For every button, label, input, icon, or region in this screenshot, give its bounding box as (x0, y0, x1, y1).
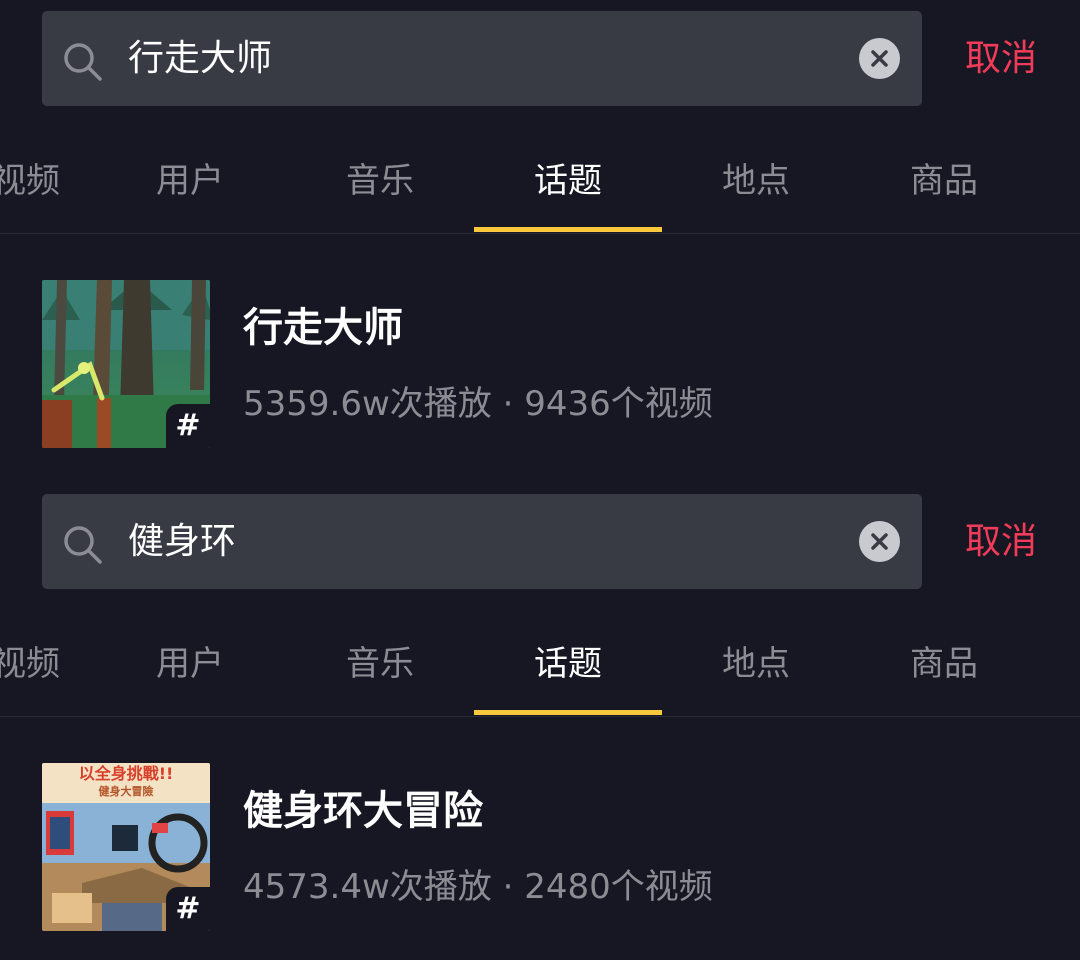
tab-topics[interactable]: 话题 (474, 130, 662, 233)
tab-topics[interactable]: 话题 (474, 613, 662, 716)
cancel-button[interactable]: 取消 (965, 11, 1037, 106)
tab-products[interactable]: 商品 (850, 130, 1038, 233)
tab-users[interactable]: 用户 (96, 613, 284, 716)
search-category-tabs: 视频 用户 音乐 话题 地点 商品 (0, 130, 1080, 234)
tab-places[interactable]: 地点 (662, 613, 850, 716)
topic-thumbnail: 以全身挑戰!! 健身大冒險 # (42, 763, 210, 931)
tab-music[interactable]: 音乐 (286, 613, 474, 716)
topic-result-item[interactable]: # 行走大师 5359.6w次播放 · 9436个视频 (0, 280, 1080, 450)
tab-music[interactable]: 音乐 (286, 130, 474, 233)
poster-subtitle: 健身大冒險 (99, 784, 154, 798)
search-section-walking-master: 行走大师 取消 视频 用户 音乐 话题 地点 商品 (0, 0, 1080, 477)
topic-stats: 5359.6w次播放 · 9436个视频 (243, 384, 713, 424)
topic-title: 行走大师 (243, 305, 403, 351)
search-icon (64, 43, 102, 81)
topic-title: 健身环大冒险 (243, 788, 483, 834)
poster-headline: 以全身挑戰!! (79, 764, 174, 783)
cancel-button[interactable]: 取消 (965, 494, 1037, 589)
search-query[interactable]: 行走大师 (128, 11, 272, 106)
active-tab-indicator (474, 227, 662, 232)
clear-icon[interactable] (859, 521, 900, 562)
clear-icon[interactable] (859, 38, 900, 79)
hashtag-icon: # (166, 887, 210, 931)
search-category-tabs: 视频 用户 音乐 话题 地点 商品 (0, 613, 1080, 717)
search-query[interactable]: 健身环 (128, 494, 236, 589)
topic-result-item[interactable]: 以全身挑戰!! 健身大冒險 # 健身环大冒险 4573.4w次播放 · 2480… (0, 763, 1080, 933)
search-section-ring-fit: 健身环 取消 视频 用户 音乐 话题 地点 商品 (0, 483, 1080, 960)
topic-stats: 4573.4w次播放 · 2480个视频 (243, 867, 713, 907)
hashtag-icon: # (166, 404, 210, 448)
tab-places[interactable]: 地点 (662, 130, 850, 233)
search-bar: 健身环 取消 (0, 494, 1080, 589)
search-bar: 行走大师 取消 (0, 11, 1080, 106)
search-icon (64, 526, 102, 564)
tab-users[interactable]: 用户 (96, 130, 284, 233)
tab-products[interactable]: 商品 (850, 613, 1038, 716)
active-tab-indicator (474, 710, 662, 715)
topic-thumbnail: # (42, 280, 210, 448)
